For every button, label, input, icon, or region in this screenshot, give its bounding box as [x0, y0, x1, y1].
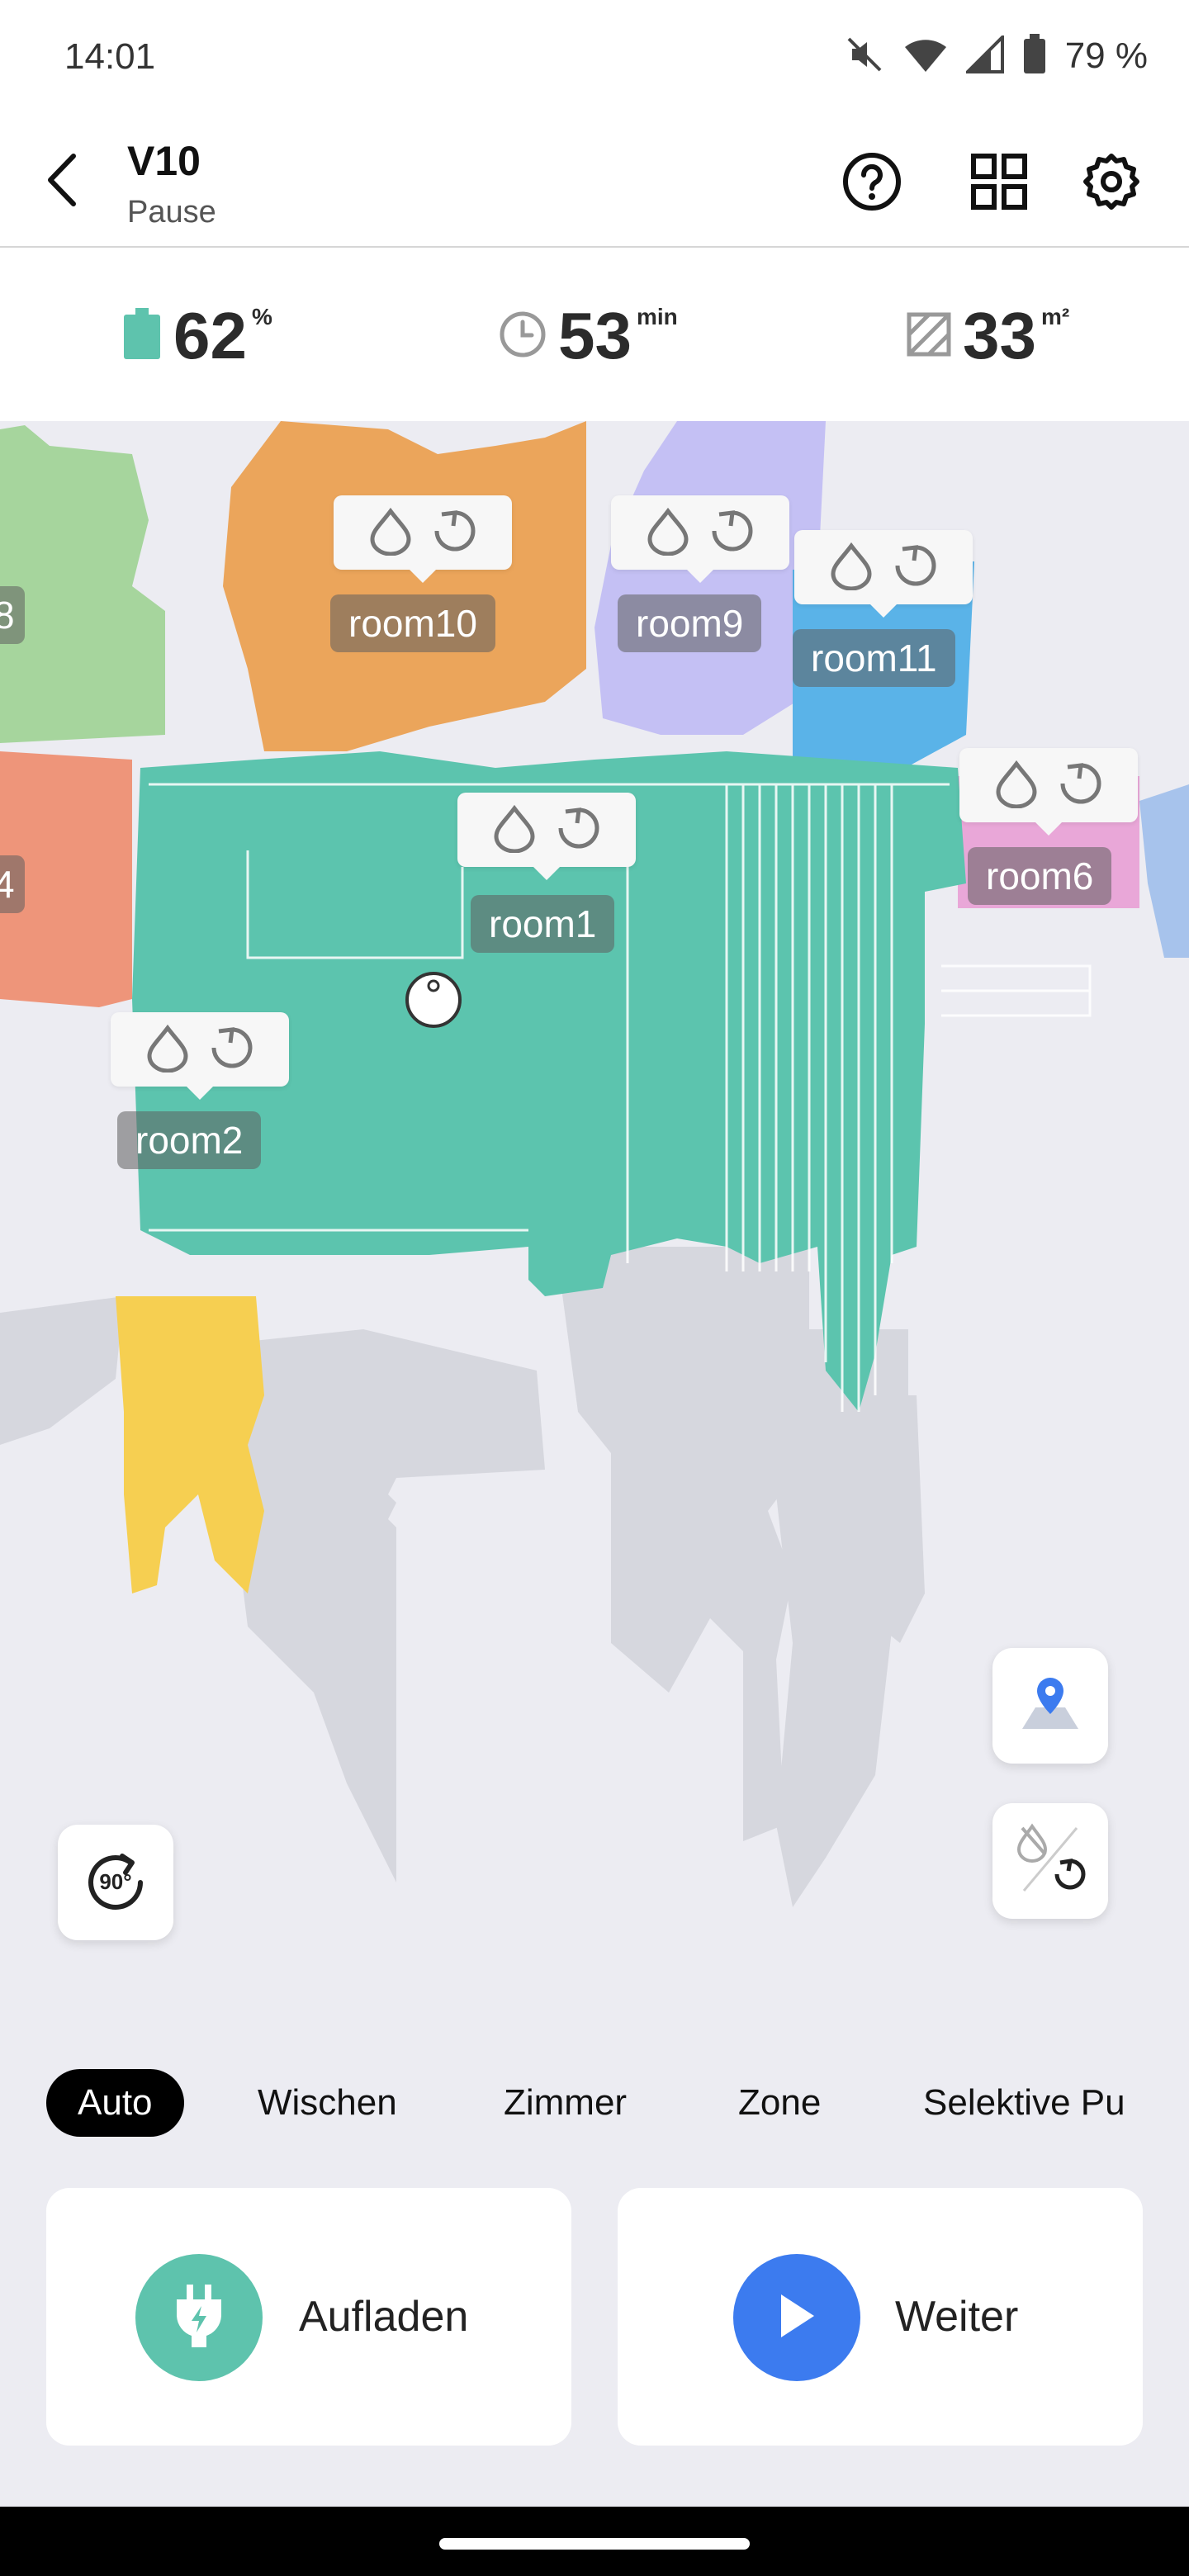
mop-drop-icon [490, 803, 539, 857]
wifi-icon [903, 36, 948, 78]
vacuum-swirl-icon [554, 803, 604, 857]
time-stat-value: 53 [558, 299, 632, 372]
mop-drop-icon [143, 1023, 192, 1077]
rotate-label: 90° [99, 1869, 132, 1894]
status-time: 14:01 [64, 36, 156, 77]
grid-button[interactable] [966, 150, 1032, 216]
map-pin-icon [1017, 1671, 1083, 1741]
cleaning-mode-tabs: Auto Wischen Zimmer Zone Selektive Pu [0, 2031, 1189, 2188]
room6-mode-badge[interactable] [959, 748, 1138, 836]
battery-stat-unit: % [251, 304, 272, 329]
vacuum-swirl-icon [1056, 759, 1106, 812]
mop-drop-icon [366, 506, 415, 560]
gear-icon [1082, 153, 1140, 215]
mop-vacuum-toggle-button[interactable] [992, 1803, 1108, 1919]
vacuum-swirl-icon [708, 506, 757, 560]
system-nav-bar [0, 2507, 1189, 2576]
help-icon [842, 152, 902, 215]
vacuum-swirl-icon [207, 1023, 257, 1077]
home-gesture-handle[interactable] [439, 2538, 750, 2550]
mute-icon [844, 34, 885, 79]
back-button[interactable] [33, 149, 91, 215]
room1-mode-badge[interactable] [457, 793, 636, 880]
mop-vacuum-icon [1011, 1820, 1090, 1903]
resume-label: Weiter [895, 2293, 1019, 2341]
room10-mode-badge[interactable] [334, 495, 512, 583]
area-stat-unit: m² [1040, 304, 1070, 329]
resume-button[interactable]: Weiter [618, 2188, 1143, 2446]
robot-marker [405, 971, 462, 1029]
rotate-icon: 90° [81, 1848, 150, 1917]
grid-icon [971, 153, 1027, 214]
plug-icon [170, 2283, 228, 2353]
mop-drop-icon [643, 506, 693, 560]
battery-level-icon [122, 307, 162, 365]
room9-mode-badge[interactable] [611, 495, 789, 583]
room2-area [116, 1296, 264, 1593]
back-icon [44, 151, 80, 213]
charge-icon-circle [135, 2254, 263, 2381]
area-icon [907, 312, 951, 361]
room10-label[interactable]: room10 [330, 594, 495, 652]
resume-icon-circle [733, 2254, 860, 2381]
tab-wischen[interactable]: Wischen [258, 2069, 397, 2137]
time-stat: 53 min [499, 299, 678, 373]
area-stat: 33 m² [907, 299, 1069, 373]
battery-percent: 79 % [1064, 36, 1148, 76]
play-icon [776, 2293, 817, 2343]
clock-icon [499, 310, 547, 362]
room10-area [223, 421, 586, 751]
room9-label[interactable]: room9 [618, 594, 762, 652]
cellular-icon [963, 32, 1004, 78]
map-edit-button[interactable] [992, 1648, 1108, 1764]
room11-mode-badge[interactable] [794, 530, 973, 618]
area-stat-value: 33 [963, 299, 1036, 372]
map-canvas [0, 421, 1189, 1907]
help-button[interactable] [839, 150, 905, 216]
room6-label[interactable]: room6 [968, 847, 1112, 905]
tab-zimmer[interactable]: Zimmer [504, 2069, 627, 2137]
charge-label: Aufladen [299, 2293, 469, 2341]
mop-drop-icon [827, 541, 876, 594]
cleaning-map[interactable]: room10 room9 room11 room1 room6 room2 8 … [0, 421, 1189, 2031]
room1-label[interactable]: room1 [471, 895, 615, 953]
battery-stat-value: 62 [173, 299, 247, 372]
device-status: Pause [127, 195, 216, 230]
rotate-map-button[interactable]: 90° [58, 1825, 173, 1940]
tab-auto[interactable]: Auto [46, 2069, 184, 2137]
charge-button[interactable]: Aufladen [46, 2188, 571, 2446]
partial-room-label-top[interactable]: 8 [0, 586, 25, 644]
mop-drop-icon [992, 759, 1041, 812]
battery-icon [1022, 33, 1047, 79]
device-title: V10 [127, 138, 201, 184]
battery-stat: 62 % [122, 299, 272, 373]
action-cards: Aufladen Weiter [0, 2188, 1189, 2510]
vacuum-swirl-icon [891, 541, 940, 594]
room-green-area [0, 425, 165, 743]
status-bar: 14:01 79 % [0, 0, 1189, 116]
tab-selektive[interactable]: Selektive Pu [923, 2069, 1125, 2137]
settings-button[interactable] [1078, 150, 1144, 216]
partial-room-label-mid[interactable]: 4 [0, 855, 25, 913]
tab-zone[interactable]: Zone [738, 2069, 821, 2137]
room2-mode-badge[interactable] [111, 1012, 289, 1100]
vacuum-swirl-icon [430, 506, 480, 560]
room-blue-area [1139, 784, 1189, 958]
app-header: V10 Pause [0, 116, 1189, 248]
status-icons: 79 % [844, 32, 1148, 79]
time-stat-unit: min [636, 304, 678, 329]
room11-label[interactable]: room11 [793, 629, 955, 687]
room2-label[interactable]: room2 [117, 1111, 262, 1169]
cleaning-stats: 62 % 53 min 33 m² [0, 249, 1189, 421]
